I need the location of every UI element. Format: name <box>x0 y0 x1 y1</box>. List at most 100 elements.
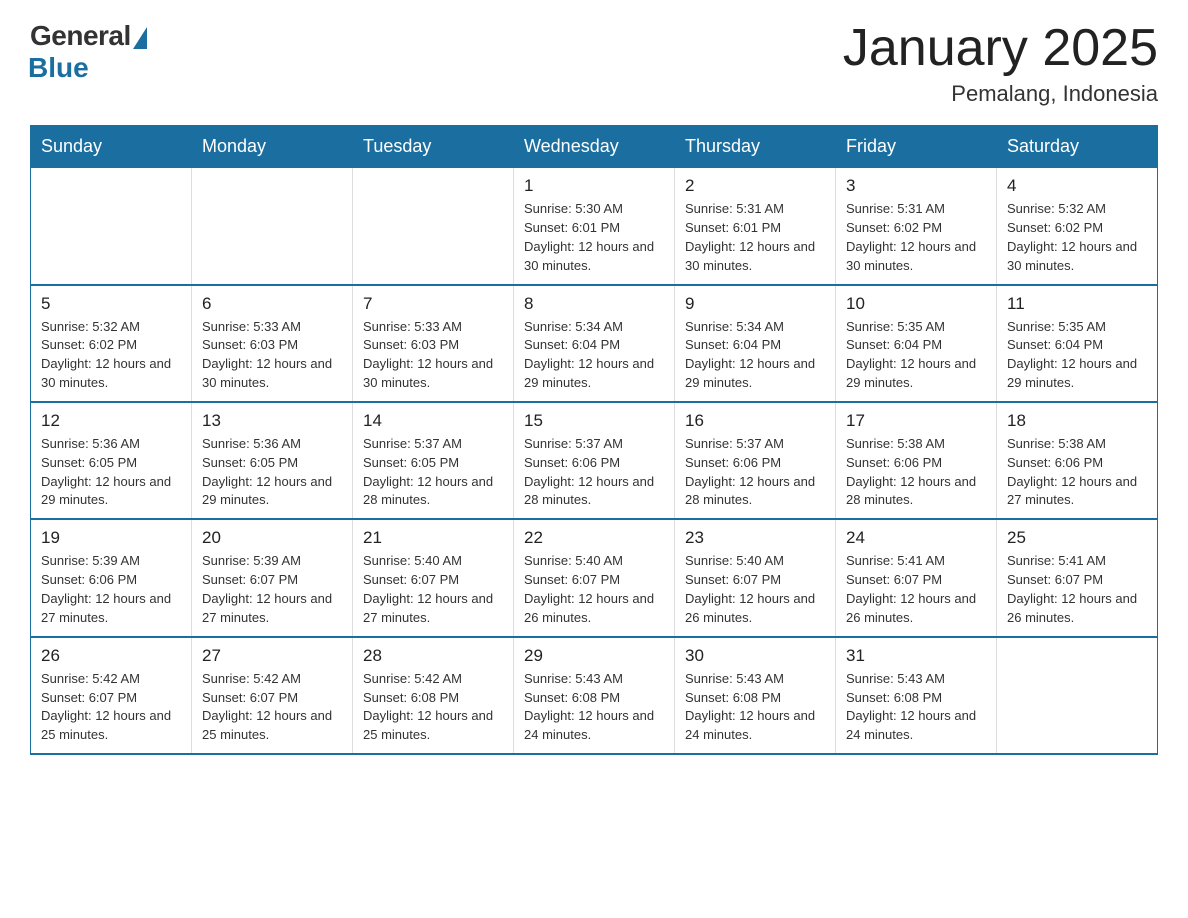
calendar-cell: 2 Sunrise: 5:31 AMSunset: 6:01 PMDaylight… <box>675 168 836 285</box>
calendar-cell: 27Sunrise: 5:42 AMSunset: 6:07 PMDayligh… <box>192 637 353 754</box>
day-header-friday: Friday <box>836 126 997 168</box>
day-number: 5 <box>41 294 181 314</box>
calendar-body: 1 Sunrise: 5:30 AMSunset: 6:01 PMDaylight… <box>31 168 1158 754</box>
calendar-cell: 6 Sunrise: 5:33 AMSunset: 6:03 PMDaylight… <box>192 285 353 402</box>
calendar-cell: 31 Sunrise: 5:43 AMSunset: 6:08 PMDayligh… <box>836 637 997 754</box>
day-info: Sunrise: 5:34 AMSunset: 6:04 PMDaylight:… <box>524 318 664 393</box>
calendar-cell: 21 Sunrise: 5:40 AMSunset: 6:07 PMDayligh… <box>353 519 514 636</box>
day-info: Sunrise: 5:42 AMSunset: 6:08 PMDaylight:… <box>363 670 503 745</box>
day-info: Sunrise: 5:41 AMSunset: 6:07 PMDaylight:… <box>1007 552 1147 627</box>
day-info: Sunrise: 5:31 AMSunset: 6:02 PMDaylight:… <box>846 200 986 275</box>
calendar-cell: 5Sunrise: 5:32 AMSunset: 6:02 PMDaylight… <box>31 285 192 402</box>
logo-general-text: General <box>30 20 131 52</box>
day-info: Sunrise: 5:38 AMSunset: 6:06 PMDaylight:… <box>1007 435 1147 510</box>
day-info: Sunrise: 5:36 AMSunset: 6:05 PMDaylight:… <box>41 435 181 510</box>
week-row-4: 19 Sunrise: 5:39 AMSunset: 6:06 PMDayligh… <box>31 519 1158 636</box>
day-info: Sunrise: 5:30 AMSunset: 6:01 PMDaylight:… <box>524 200 664 275</box>
calendar-cell: 23 Sunrise: 5:40 AMSunset: 6:07 PMDayligh… <box>675 519 836 636</box>
calendar-cell: 12 Sunrise: 5:36 AMSunset: 6:05 PMDayligh… <box>31 402 192 519</box>
day-info: Sunrise: 5:31 AMSunset: 6:01 PMDaylight:… <box>685 200 825 275</box>
day-number: 12 <box>41 411 181 431</box>
day-info: Sunrise: 5:33 AMSunset: 6:03 PMDaylight:… <box>202 318 342 393</box>
calendar-cell: 8 Sunrise: 5:34 AMSunset: 6:04 PMDaylight… <box>514 285 675 402</box>
day-info: Sunrise: 5:35 AMSunset: 6:04 PMDaylight:… <box>846 318 986 393</box>
day-info: Sunrise: 5:43 AMSunset: 6:08 PMDaylight:… <box>846 670 986 745</box>
calendar-cell: 26 Sunrise: 5:42 AMSunset: 6:07 PMDayligh… <box>31 637 192 754</box>
day-number: 6 <box>202 294 342 314</box>
day-number: 20 <box>202 528 342 548</box>
day-number: 29 <box>524 646 664 666</box>
day-number: 31 <box>846 646 986 666</box>
calendar-cell: 20 Sunrise: 5:39 AMSunset: 6:07 PMDayligh… <box>192 519 353 636</box>
day-info: Sunrise: 5:40 AMSunset: 6:07 PMDaylight:… <box>685 552 825 627</box>
day-info: Sunrise: 5:33 AMSunset: 6:03 PMDaylight:… <box>363 318 503 393</box>
day-info: Sunrise: 5:41 AMSunset: 6:07 PMDaylight:… <box>846 552 986 627</box>
day-number: 23 <box>685 528 825 548</box>
day-info: Sunrise: 5:42 AMSunset: 6:07 PMDaylight:… <box>41 670 181 745</box>
day-info: Sunrise: 5:40 AMSunset: 6:07 PMDaylight:… <box>524 552 664 627</box>
logo-blue-text: Blue <box>28 52 89 84</box>
calendar-cell: 28 Sunrise: 5:42 AMSunset: 6:08 PMDayligh… <box>353 637 514 754</box>
day-number: 4 <box>1007 176 1147 196</box>
day-number: 22 <box>524 528 664 548</box>
day-info: Sunrise: 5:39 AMSunset: 6:07 PMDaylight:… <box>202 552 342 627</box>
day-number: 10 <box>846 294 986 314</box>
calendar-cell: 19 Sunrise: 5:39 AMSunset: 6:06 PMDayligh… <box>31 519 192 636</box>
day-number: 14 <box>363 411 503 431</box>
calendar-cell: 17Sunrise: 5:38 AMSunset: 6:06 PMDayligh… <box>836 402 997 519</box>
day-header-tuesday: Tuesday <box>353 126 514 168</box>
logo: General Blue <box>30 20 147 84</box>
day-number: 9 <box>685 294 825 314</box>
day-number: 25 <box>1007 528 1147 548</box>
calendar-cell: 30 Sunrise: 5:43 AMSunset: 6:08 PMDayligh… <box>675 637 836 754</box>
calendar-cell: 10 Sunrise: 5:35 AMSunset: 6:04 PMDayligh… <box>836 285 997 402</box>
day-info: Sunrise: 5:40 AMSunset: 6:07 PMDaylight:… <box>363 552 503 627</box>
week-row-3: 12 Sunrise: 5:36 AMSunset: 6:05 PMDayligh… <box>31 402 1158 519</box>
day-info: Sunrise: 5:36 AMSunset: 6:05 PMDaylight:… <box>202 435 342 510</box>
day-info: Sunrise: 5:37 AMSunset: 6:06 PMDaylight:… <box>524 435 664 510</box>
page-header: General Blue January 2025 Pemalang, Indo… <box>30 20 1158 107</box>
day-number: 15 <box>524 411 664 431</box>
day-number: 17 <box>846 411 986 431</box>
calendar-cell: 25 Sunrise: 5:41 AMSunset: 6:07 PMDayligh… <box>997 519 1158 636</box>
calendar-location: Pemalang, Indonesia <box>843 81 1158 107</box>
calendar-cell: 24 Sunrise: 5:41 AMSunset: 6:07 PMDayligh… <box>836 519 997 636</box>
day-number: 18 <box>1007 411 1147 431</box>
logo-triangle-icon <box>133 27 147 49</box>
day-number: 11 <box>1007 294 1147 314</box>
days-of-week-row: SundayMondayTuesdayWednesdayThursdayFrid… <box>31 126 1158 168</box>
day-info: Sunrise: 5:39 AMSunset: 6:06 PMDaylight:… <box>41 552 181 627</box>
week-row-5: 26 Sunrise: 5:42 AMSunset: 6:07 PMDayligh… <box>31 637 1158 754</box>
day-number: 27 <box>202 646 342 666</box>
day-info: Sunrise: 5:32 AMSunset: 6:02 PMDaylight:… <box>1007 200 1147 275</box>
day-number: 3 <box>846 176 986 196</box>
day-info: Sunrise: 5:35 AMSunset: 6:04 PMDaylight:… <box>1007 318 1147 393</box>
calendar-cell: 14 Sunrise: 5:37 AMSunset: 6:05 PMDayligh… <box>353 402 514 519</box>
day-number: 19 <box>41 528 181 548</box>
day-header-thursday: Thursday <box>675 126 836 168</box>
title-block: January 2025 Pemalang, Indonesia <box>843 20 1158 107</box>
day-number: 24 <box>846 528 986 548</box>
day-number: 8 <box>524 294 664 314</box>
day-number: 21 <box>363 528 503 548</box>
day-info: Sunrise: 5:43 AMSunset: 6:08 PMDaylight:… <box>685 670 825 745</box>
calendar-cell: 16Sunrise: 5:37 AMSunset: 6:06 PMDayligh… <box>675 402 836 519</box>
calendar-table: SundayMondayTuesdayWednesdayThursdayFrid… <box>30 125 1158 755</box>
day-header-wednesday: Wednesday <box>514 126 675 168</box>
day-info: Sunrise: 5:37 AMSunset: 6:05 PMDaylight:… <box>363 435 503 510</box>
calendar-header: SundayMondayTuesdayWednesdayThursdayFrid… <box>31 126 1158 168</box>
calendar-cell: 3 Sunrise: 5:31 AMSunset: 6:02 PMDaylight… <box>836 168 997 285</box>
calendar-cell <box>192 168 353 285</box>
calendar-cell: 22 Sunrise: 5:40 AMSunset: 6:07 PMDayligh… <box>514 519 675 636</box>
day-info: Sunrise: 5:37 AMSunset: 6:06 PMDaylight:… <box>685 435 825 510</box>
day-number: 2 <box>685 176 825 196</box>
day-number: 26 <box>41 646 181 666</box>
day-header-sunday: Sunday <box>31 126 192 168</box>
week-row-2: 5Sunrise: 5:32 AMSunset: 6:02 PMDaylight… <box>31 285 1158 402</box>
day-number: 1 <box>524 176 664 196</box>
day-header-saturday: Saturday <box>997 126 1158 168</box>
day-number: 30 <box>685 646 825 666</box>
day-number: 28 <box>363 646 503 666</box>
calendar-cell: 7Sunrise: 5:33 AMSunset: 6:03 PMDaylight… <box>353 285 514 402</box>
calendar-cell: 1 Sunrise: 5:30 AMSunset: 6:01 PMDaylight… <box>514 168 675 285</box>
